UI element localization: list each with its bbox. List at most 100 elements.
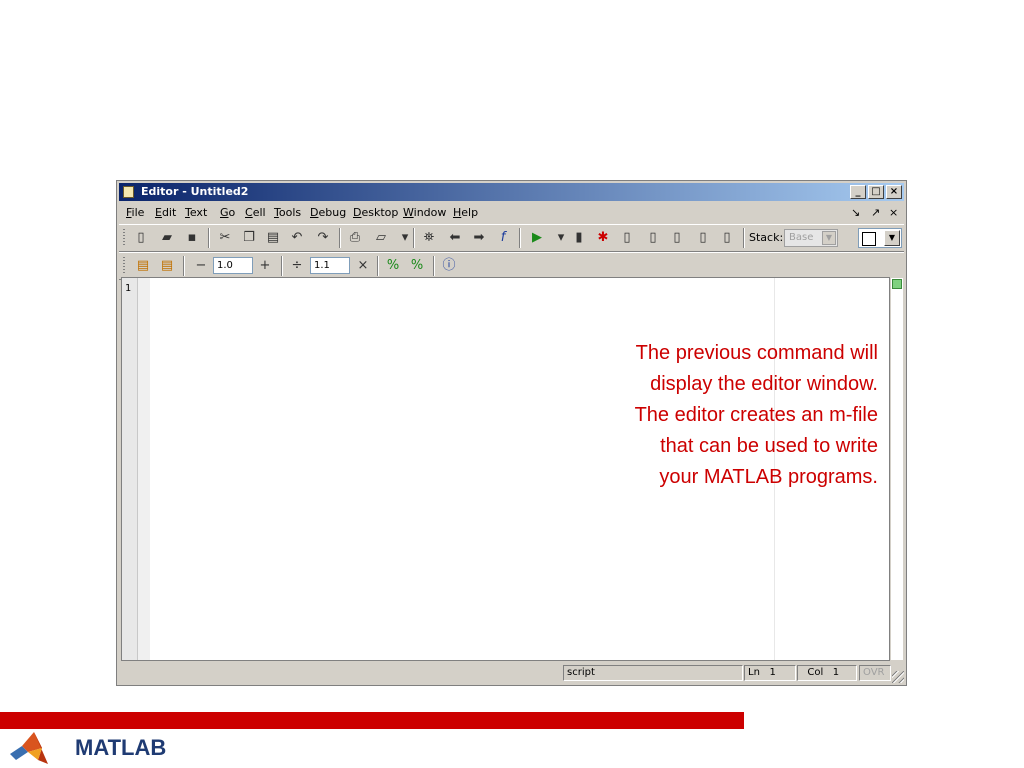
- editor-doc-icon: [123, 186, 134, 198]
- status-mode: script: [563, 665, 743, 681]
- info-icon[interactable]: ⓘ: [441, 258, 457, 274]
- footer-brand: MATLAB: [75, 735, 167, 760]
- editor-toolbar: ▯ ▰ ▪ ✂ ❐ ▤ ↶ ↷ ⎙ ▱ ▾ ⛯ ⬅ ➡ f ▶ ▾ ▮ ✱ ▯ …: [119, 224, 904, 252]
- toolbar-separator: [377, 256, 379, 276]
- status-ln-value: 1: [769, 667, 776, 678]
- window-title: Editor - Untitled2: [141, 185, 249, 198]
- publish-dropdown-icon[interactable]: ▾: [397, 230, 413, 246]
- window-controls: _ □ ×: [850, 185, 902, 199]
- cell-options-icon[interactable]: %: [409, 258, 425, 274]
- clear-breakpoints-icon[interactable]: ✱: [595, 230, 611, 246]
- open-folder-icon[interactable]: ▰: [159, 230, 175, 246]
- exit-debug-icon[interactable]: ▯: [719, 230, 735, 246]
- status-line: Ln 1: [744, 665, 796, 681]
- multiply-button[interactable]: ×: [355, 258, 371, 274]
- multiply-value-input[interactable]: 1.1: [310, 257, 350, 274]
- publish-icon[interactable]: ▱: [373, 230, 389, 246]
- save-icon[interactable]: ▪: [184, 230, 200, 246]
- toolbar-separator: [281, 256, 283, 276]
- stack-value: Base: [789, 232, 814, 243]
- toolbar-grip[interactable]: [123, 257, 125, 275]
- toolbar-separator: [339, 228, 341, 248]
- menu-help[interactable]: Help: [453, 206, 478, 219]
- run-dropdown-icon[interactable]: ▾: [553, 230, 569, 246]
- status-column: Col 1: [797, 665, 857, 681]
- breakpoint-gutter[interactable]: [138, 278, 150, 660]
- menu-edit[interactable]: Edit: [155, 206, 176, 219]
- step-icon[interactable]: ▯: [619, 230, 635, 246]
- function-icon[interactable]: f: [495, 230, 511, 246]
- back-arrow-icon[interactable]: ⬅: [447, 230, 463, 246]
- status-bar: script Ln 1 Col 1 OVR: [119, 665, 904, 683]
- stack-label: Stack:: [749, 231, 784, 244]
- status-col-value: 1: [832, 667, 840, 678]
- decrement-value-input[interactable]: 1.0: [213, 257, 253, 274]
- minimize-button[interactable]: _: [850, 185, 866, 199]
- line-number: 1: [125, 283, 132, 294]
- mlint-ok-indicator-icon[interactable]: [892, 279, 902, 289]
- title-bar: Editor - Untitled2 _ □ ×: [119, 183, 904, 201]
- continue-icon[interactable]: ▯: [695, 230, 711, 246]
- menu-debug[interactable]: Debug: [310, 206, 346, 219]
- close-button[interactable]: ×: [886, 185, 902, 199]
- cell-mode-select[interactable]: ▼: [858, 228, 902, 248]
- redo-icon[interactable]: ↷: [315, 230, 331, 246]
- set-breakpoint-icon[interactable]: ▮: [571, 230, 587, 246]
- toolbar-separator: [413, 228, 415, 248]
- menu-bar: File Edit Text Go Cell Tools Debug Deskt…: [119, 203, 904, 223]
- chevron-down-icon[interactable]: ▼: [822, 231, 836, 245]
- stack-select[interactable]: Base ▼: [784, 229, 838, 247]
- menu-tools[interactable]: Tools: [274, 206, 301, 219]
- annotation-line: that can be used to write: [660, 435, 878, 457]
- annotation-line: The previous command will: [635, 342, 878, 364]
- print-icon[interactable]: ⎙: [347, 230, 363, 246]
- new-file-icon[interactable]: ▯: [133, 230, 149, 246]
- toolbar-separator: [433, 256, 435, 276]
- maximize-button[interactable]: □: [868, 185, 884, 199]
- toolbar-separator: [208, 228, 210, 248]
- menu-window[interactable]: Window: [403, 206, 446, 219]
- menu-desktop[interactable]: Desktop: [353, 206, 398, 219]
- status-col-label: Col: [807, 667, 824, 678]
- increment-button[interactable]: +: [257, 258, 273, 274]
- menu-go[interactable]: Go: [220, 206, 235, 219]
- menu-cell[interactable]: Cell: [245, 206, 266, 219]
- annotation-line: your MATLAB programs.: [659, 466, 878, 488]
- divide-button[interactable]: ÷: [289, 258, 305, 274]
- close-doc-icon[interactable]: ×: [889, 206, 898, 219]
- annotation-line: display the editor window.: [650, 373, 878, 395]
- find-binoculars-icon[interactable]: ⛯: [421, 230, 437, 246]
- line-number-gutter: 1: [122, 278, 138, 660]
- paste-icon[interactable]: ▤: [265, 230, 281, 246]
- cell-toolbar: ▤ ▤ − 1.0 + ÷ 1.1 × % % ⓘ: [119, 252, 904, 280]
- cell-mode-icon: [862, 232, 876, 246]
- decrement-button[interactable]: −: [193, 258, 209, 274]
- dock-icon[interactable]: ↘: [851, 206, 860, 219]
- status-ovr: OVR: [859, 665, 891, 681]
- vertical-scrollbar[interactable]: [890, 277, 904, 661]
- undo-icon[interactable]: ↶: [289, 230, 305, 246]
- step-out-icon[interactable]: ▯: [669, 230, 685, 246]
- resize-grip-icon[interactable]: [892, 671, 904, 683]
- toolbar-separator: [519, 228, 521, 248]
- matlab-logo-icon: [10, 732, 48, 764]
- run-icon[interactable]: ▶: [529, 230, 545, 246]
- annotation-line: The editor creates an m-file: [634, 404, 878, 426]
- copy-icon[interactable]: ❐: [241, 230, 257, 246]
- menu-text[interactable]: Text: [185, 206, 207, 219]
- toolbar-grip[interactable]: [123, 229, 125, 247]
- insert-cell-divider-icon[interactable]: %: [385, 258, 401, 274]
- menu-file[interactable]: File: [126, 206, 144, 219]
- toolbar-separator: [743, 228, 745, 248]
- forward-arrow-icon[interactable]: ➡: [471, 230, 487, 246]
- eval-cell-icon[interactable]: ▤: [135, 258, 151, 274]
- annotation-text: The previous command will display the ed…: [575, 338, 892, 493]
- footer-red-bar: [0, 712, 744, 729]
- undock-icon[interactable]: ↗: [871, 206, 880, 219]
- toolbar-separator: [183, 256, 185, 276]
- eval-cell-advance-icon[interactable]: ▤: [159, 258, 175, 274]
- status-ln-label: Ln: [748, 667, 760, 678]
- step-in-icon[interactable]: ▯: [645, 230, 661, 246]
- chevron-down-icon[interactable]: ▼: [884, 230, 900, 246]
- cut-icon[interactable]: ✂: [217, 230, 233, 246]
